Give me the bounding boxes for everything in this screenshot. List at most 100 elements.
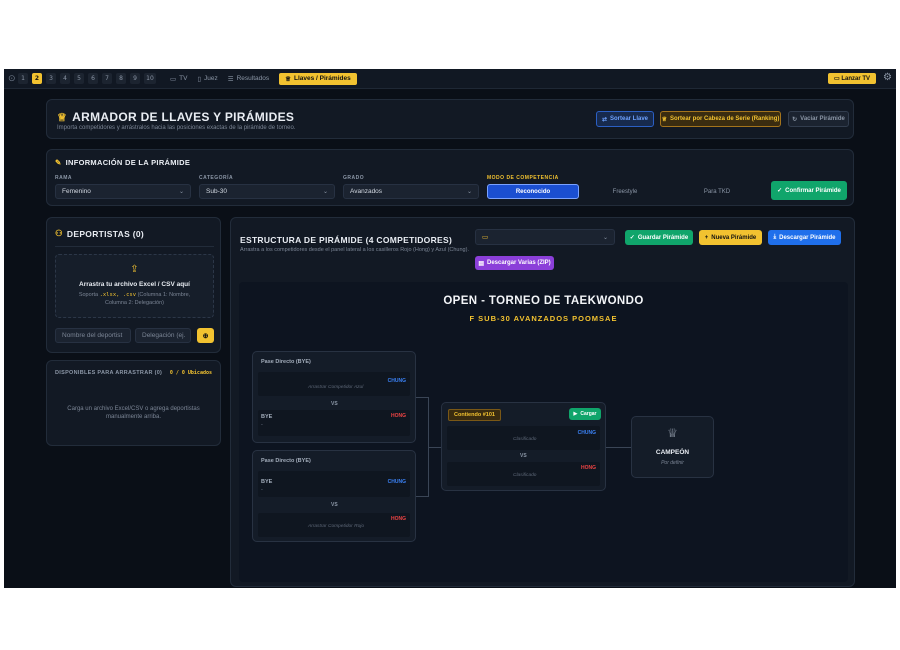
chung-slot[interactable]: CHUNG BYE - [258,471,410,497]
settings-gear-icon[interactable]: ⚙ [883,72,892,83]
disponibles-empty-text: Carga un archivo Excel/CSV o agrega depo… [67,406,200,420]
chevron-down-icon: ⌄ [178,189,184,195]
connector-line [428,447,441,448]
juez-link[interactable]: ▯ Juez [197,75,217,83]
divider [55,246,214,247]
app-window: ⊙ 1 2 3 4 5 6 7 8 9 10 ▭ TV ▯ Juez ☰ Resultados ♕ Lla… [4,69,896,588]
estructura-subtitle: Arrastra a los competidores desde el pan… [240,247,469,253]
chung-slot[interactable]: CHUNG Arrastrar Competidor Azul [258,372,410,396]
rama-label: RAMA [55,175,72,181]
bracket-match-2: Pase Directo (BYE) CHUNG BYE - VS HONG A… [252,450,416,542]
guardar-piramide-button[interactable]: ✓ Guardar Pirámide [625,230,693,245]
estructura-panel: ESTRUCTURA DE PIRÁMIDE (4 COMPETIDORES) … [230,217,855,587]
categoria-label: CATEGORÍA [199,175,234,181]
reset-icon: ↻ [792,116,798,123]
cargar-button[interactable]: ▶ Cargar [569,408,601,420]
court-tab-7[interactable]: 7 [102,73,112,84]
court-tab-9[interactable]: 9 [130,73,140,84]
page-title: ♕ ARMADOR DE LLAVES Y PIRÁMIDES [57,110,295,124]
dropzone-hint-2: Columna 2: Delegación) [104,300,164,306]
folder-icon: ▭ [482,234,489,241]
shuffle-icon: ⇄ [601,116,607,123]
nombre-input[interactable]: Nombre del deportist [55,328,131,343]
match-label: Pase Directo (BYE) [261,458,311,464]
rama-select[interactable]: Femenino ⌄ [55,184,191,199]
nueva-piramide-button[interactable]: + Nueva Pirámide [699,230,762,245]
info-card: ✎ INFORMACIÓN DE LA PIRÁMIDE RAMA Femeni… [46,149,854,206]
confirmar-piramide-button[interactable]: ✓ Confirmar Pirámide [771,181,847,200]
trophy-icon: ♕ [661,116,667,123]
dropzone-hint: Soporta .xlsx, .csv (Columna 1: Nombre, [78,292,191,298]
categoria-select[interactable]: Sub-30 ⌄ [199,184,335,199]
hong-slot[interactable]: HONG Arrastrar Competidor Rojo [258,513,410,537]
monitor-icon: ▭ [170,75,177,83]
list-icon: ☰ [227,75,234,83]
zip-icon: ▤ [478,260,484,267]
dot-menu-icon[interactable]: ⊙ [8,73,18,84]
modo-label: MODO DE COMPETENCIA [487,175,559,181]
estructura-title: ESTRUCTURA DE PIRÁMIDE (4 COMPETIDORES) [240,235,453,245]
court-tab-1[interactable]: 1 [18,73,28,84]
match-label: Contiendo #101 [448,409,501,421]
bracket-canvas: OPEN - TORNEO DE TAEKWONDO F SUB-30 AVAN… [239,282,848,582]
resultados-link[interactable]: ☰ Resultados [228,75,269,83]
court-tab-10[interactable]: 10 [144,73,156,84]
grado-select[interactable]: Avanzados ⌄ [343,184,479,199]
hong-slot[interactable]: HONG BYE - [258,410,410,436]
check-icon: ✓ [777,188,783,194]
ubicados-counter: 0 / 0 Ubicados [169,370,212,376]
add-user-button[interactable]: ⊕ [197,328,214,343]
top-bar: ⊙ 1 2 3 4 5 6 7 8 9 10 ▭ TV ▯ Juez ☰ Resultados ♕ Lla… [4,69,896,89]
download-icon: ⤓ [773,234,777,240]
mode-freestyle[interactable]: Freestyle [579,184,671,199]
connector-line [416,496,428,497]
court-tabs: 1 2 3 4 5 6 7 8 9 10 [18,73,160,84]
sortear-cabeza-button[interactable]: ♕ Sortear por Cabeza de Serie (Ranking) [660,111,781,127]
lanzar-tv-button[interactable]: ▭ Lanzar TV [827,73,876,84]
court-tab-5[interactable]: 5 [74,73,84,84]
deportistas-title: ⚇ DEPORTISTAS (0) [55,228,144,239]
trophy-icon: ♕ [667,426,678,440]
event-subtitle: F SUB-30 AVANZADOS POOMSAE [469,314,618,323]
match-label: Pase Directo (BYE) [261,359,311,365]
plus-icon: + [704,234,709,241]
delegacion-input[interactable]: Delegación (ej. [135,328,191,343]
descargar-piramide-button[interactable]: ⤓ Descargar Pirámide [768,230,841,245]
court-tab-2[interactable]: 2 [32,73,42,84]
add-user-icon: ⊕ [202,332,209,340]
trophy-icon: ♕ [57,111,68,124]
tv-link[interactable]: ▭ TV [170,75,187,83]
header-card: ♕ ARMADOR DE LLAVES Y PIRÁMIDES Importa … [46,99,854,139]
saved-pyramids-select[interactable]: ▭ ⌄ [475,229,615,245]
grado-label: GRADO [343,175,365,181]
court-tab-3[interactable]: 3 [46,73,56,84]
event-title: OPEN - TORNEO DE TAEKWONDO [443,295,644,307]
sortear-llave-button[interactable]: ⇄ Sortear Llave [596,111,654,127]
users-icon: ⚇ [55,228,63,238]
champion-subtitle: Por definir [661,460,684,466]
mode-reconocido[interactable]: Reconocido [487,184,579,199]
court-tab-6[interactable]: 6 [88,73,98,84]
phone-icon: ▯ [197,75,202,83]
deportistas-panel: ⚇ DEPORTISTAS (0) ⇪ Arrastra tu archivo … [46,217,221,353]
descargar-varias-button[interactable]: ▤ Descargar Varias (ZIP) [475,256,554,270]
connector-line [606,447,631,448]
champion-title: CAMPEÓN [655,449,690,456]
bracket-match-1: Pase Directo (BYE) CHUNG Arrastrar Compe… [252,351,416,443]
trophy-icon: ♕ [285,75,291,83]
file-dropzone[interactable]: ⇪ Arrastra tu archivo Excel / CSV aquí S… [55,254,214,318]
disponibles-panel: DISPONIBLES PARA ARRASTRAR (0) 0 / 0 Ubi… [46,360,221,446]
hong-slot[interactable]: HONG Clasificado [447,462,600,486]
court-tab-4[interactable]: 4 [60,73,70,84]
info-title: ✎ INFORMACIÓN DE LA PIRÁMIDE [55,158,191,167]
mode-para-tkd[interactable]: Para TKD [671,184,763,199]
page-subtitle: Importa competidores y arrástralos hacia… [57,125,296,131]
dropzone-title: Arrastra tu archivo Excel / CSV aquí [79,281,190,288]
connector-line [416,397,428,398]
llaves-link[interactable]: ♕ Llaves / Pirámides [279,72,357,85]
disponibles-title: DISPONIBLES PARA ARRASTRAR (0) [55,370,163,376]
chung-slot[interactable]: CHUNG Clasificado [447,426,600,450]
court-tab-8[interactable]: 8 [116,73,126,84]
vaciar-piramide-button[interactable]: ↻ Vaciar Pirámide [788,111,849,127]
chevron-down-icon: ⌄ [602,234,608,241]
